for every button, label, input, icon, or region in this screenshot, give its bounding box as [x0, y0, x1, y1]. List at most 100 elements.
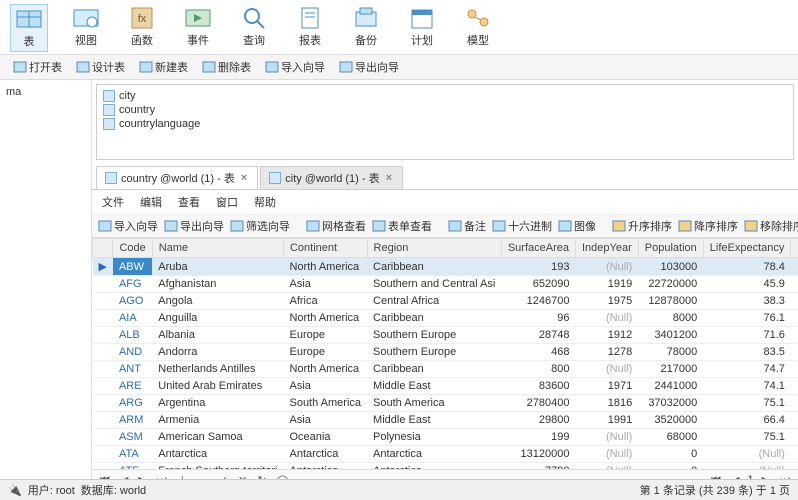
cell-GNP[interactable]: 59	[791, 276, 798, 293]
cell-Name[interactable]: Afghanistan	[152, 276, 283, 293]
menu-编辑[interactable]: 编辑	[140, 194, 162, 210]
cell-Code[interactable]: ABW	[113, 258, 152, 276]
cell-GNP[interactable]: 32	[791, 327, 798, 344]
toolbar-import-button[interactable]: 导入向导	[262, 58, 328, 76]
column-header-IndepYear[interactable]: IndepYear	[576, 239, 639, 258]
cell-Code[interactable]: ARE	[113, 378, 152, 395]
table-row[interactable]: ATAAntarcticaAntarcticaAntarctica1312000…	[93, 446, 798, 463]
table-row[interactable]: ARGArgentinaSouth AmericaSouth America27…	[93, 395, 798, 412]
cell-Region[interactable]: Antarctica	[367, 446, 501, 463]
cell-IndepYear[interactable]: 1975	[576, 293, 639, 310]
cell-IndepYear[interactable]: (Null)	[576, 446, 639, 463]
cell-SurfaceArea[interactable]: 13120000	[501, 446, 575, 463]
cell-Code[interactable]: ARG	[113, 395, 152, 412]
cell-IndepYear[interactable]: (Null)	[576, 361, 639, 378]
cell-Region[interactable]: South America	[367, 395, 501, 412]
ribbon-view[interactable]: 视图	[68, 4, 104, 52]
cell-LifeExpectancy[interactable]: 66.4	[703, 412, 791, 429]
cell-Population[interactable]: 3520000	[638, 412, 703, 429]
cell-GNP[interactable]: 1	[791, 344, 798, 361]
cell-Continent[interactable]: Asia	[283, 276, 367, 293]
cell-SurfaceArea[interactable]: 652090	[501, 276, 575, 293]
cell-LifeExpectancy[interactable]: 76.1	[703, 310, 791, 327]
ribbon-backup[interactable]: 备份	[348, 4, 384, 52]
toolbar-new-button[interactable]: 新建表	[136, 58, 191, 76]
cell-Code[interactable]: AFG	[113, 276, 152, 293]
cell-LifeExpectancy[interactable]: 78.4	[703, 258, 791, 276]
cell-Continent[interactable]: Europe	[283, 327, 367, 344]
cell-LifeExpectancy[interactable]: 75.1	[703, 429, 791, 446]
menu-窗口[interactable]: 窗口	[216, 194, 238, 210]
cell-Region[interactable]: Southern and Central Asi	[367, 276, 501, 293]
cell-Region[interactable]: Central Africa	[367, 293, 501, 310]
table-row[interactable]: ALBAlbaniaEuropeSouthern Europe287481912…	[93, 327, 798, 344]
cell-Name[interactable]: Albania	[152, 327, 283, 344]
cell-IndepYear[interactable]: 1971	[576, 378, 639, 395]
gridtool-import-button[interactable]: 导入向导	[98, 218, 158, 234]
cell-Continent[interactable]: Asia	[283, 412, 367, 429]
gridtool-grid-button[interactable]: 网格查看	[306, 218, 366, 234]
cell-Name[interactable]: Armenia	[152, 412, 283, 429]
cell-Name[interactable]: American Samoa	[152, 429, 283, 446]
gridtool-desc-button[interactable]: 降序排序	[678, 218, 738, 234]
ribbon-plan[interactable]: 计划	[404, 4, 440, 52]
gridtool-export-button[interactable]: 导出向导	[164, 218, 224, 234]
cell-Population[interactable]: 12878000	[638, 293, 703, 310]
cell-Region[interactable]: Southern Europe	[367, 344, 501, 361]
table-row[interactable]: ▶ABWArubaNorth AmericaCaribbean193(Null)…	[93, 258, 798, 276]
object-item-city[interactable]: city	[101, 89, 789, 103]
cell-IndepYear[interactable]: 1991	[576, 412, 639, 429]
toolbar-export-button[interactable]: 导出向导	[336, 58, 402, 76]
cell-GNP[interactable]: 3402	[791, 395, 798, 412]
cell-Population[interactable]: 103000	[638, 258, 703, 276]
cell-Continent[interactable]: Africa	[283, 293, 367, 310]
object-item-countrylanguage[interactable]: countrylanguage	[101, 117, 789, 131]
cell-Code[interactable]: ARM	[113, 412, 152, 429]
cell-Continent[interactable]: Asia	[283, 378, 367, 395]
tab-close-button[interactable]: ×	[239, 172, 249, 184]
cell-LifeExpectancy[interactable]: 75.1	[703, 395, 791, 412]
cell-Continent[interactable]: North America	[283, 310, 367, 327]
menu-帮助[interactable]: 帮助	[254, 194, 276, 210]
object-item-country[interactable]: country	[101, 103, 789, 117]
cell-LifeExpectancy[interactable]: 71.6	[703, 327, 791, 344]
ribbon-table[interactable]: 表	[10, 4, 48, 52]
cell-Population[interactable]: 68000	[638, 429, 703, 446]
cell-Population[interactable]: 2441000	[638, 378, 703, 395]
data-grid-wrap[interactable]: CodeNameContinentRegionSurfaceAreaIndepY…	[92, 238, 798, 469]
cell-Population[interactable]: 0	[638, 446, 703, 463]
cell-SurfaceArea[interactable]: 193	[501, 258, 575, 276]
cell-Region[interactable]: Middle East	[367, 378, 501, 395]
gridtool-rmsort-button[interactable]: 移除排序	[744, 218, 798, 234]
column-header-SurfaceArea[interactable]: SurfaceArea	[501, 239, 575, 258]
column-header-Region[interactable]: Region	[367, 239, 501, 258]
cell-IndepYear[interactable]: 1919	[576, 276, 639, 293]
cell-SurfaceArea[interactable]: 83600	[501, 378, 575, 395]
cell-LifeExpectancy[interactable]: (Null)	[703, 446, 791, 463]
document-tab-0[interactable]: country @world (1) - 表×	[96, 166, 258, 189]
data-grid[interactable]: CodeNameContinentRegionSurfaceAreaIndepY…	[92, 238, 798, 469]
gridtool-note-button[interactable]: 备注	[448, 218, 486, 234]
cell-Code[interactable]: AIA	[113, 310, 152, 327]
gridtool-asc-button[interactable]: 升序排序	[612, 218, 672, 234]
cell-Code[interactable]: ATA	[113, 446, 152, 463]
cell-Name[interactable]: Andorra	[152, 344, 283, 361]
cell-Population[interactable]: 22720000	[638, 276, 703, 293]
menu-查看[interactable]: 查看	[178, 194, 200, 210]
cell-LifeExpectancy[interactable]: 38.3	[703, 293, 791, 310]
ribbon-func[interactable]: fx函数	[124, 4, 160, 52]
cell-Region[interactable]: Caribbean	[367, 361, 501, 378]
cell-Region[interactable]: Southern Europe	[367, 327, 501, 344]
cell-SurfaceArea[interactable]: 468	[501, 344, 575, 361]
cell-GNP[interactable]: 1	[791, 361, 798, 378]
cell-SurfaceArea[interactable]: 28748	[501, 327, 575, 344]
table-row[interactable]: AGOAngolaAfricaCentral Africa12467001975…	[93, 293, 798, 310]
cell-Continent[interactable]: North America	[283, 258, 367, 276]
cell-Region[interactable]: Middle East	[367, 412, 501, 429]
document-tab-1[interactable]: city @world (1) - 表×	[260, 166, 403, 189]
column-header-GNP[interactable]: GNP	[791, 239, 798, 258]
cell-Name[interactable]: Aruba	[152, 258, 283, 276]
table-row[interactable]: AIAAnguillaNorth AmericaCaribbean96(Null…	[93, 310, 798, 327]
cell-SurfaceArea[interactable]: 29800	[501, 412, 575, 429]
cell-Code[interactable]: ASM	[113, 429, 152, 446]
